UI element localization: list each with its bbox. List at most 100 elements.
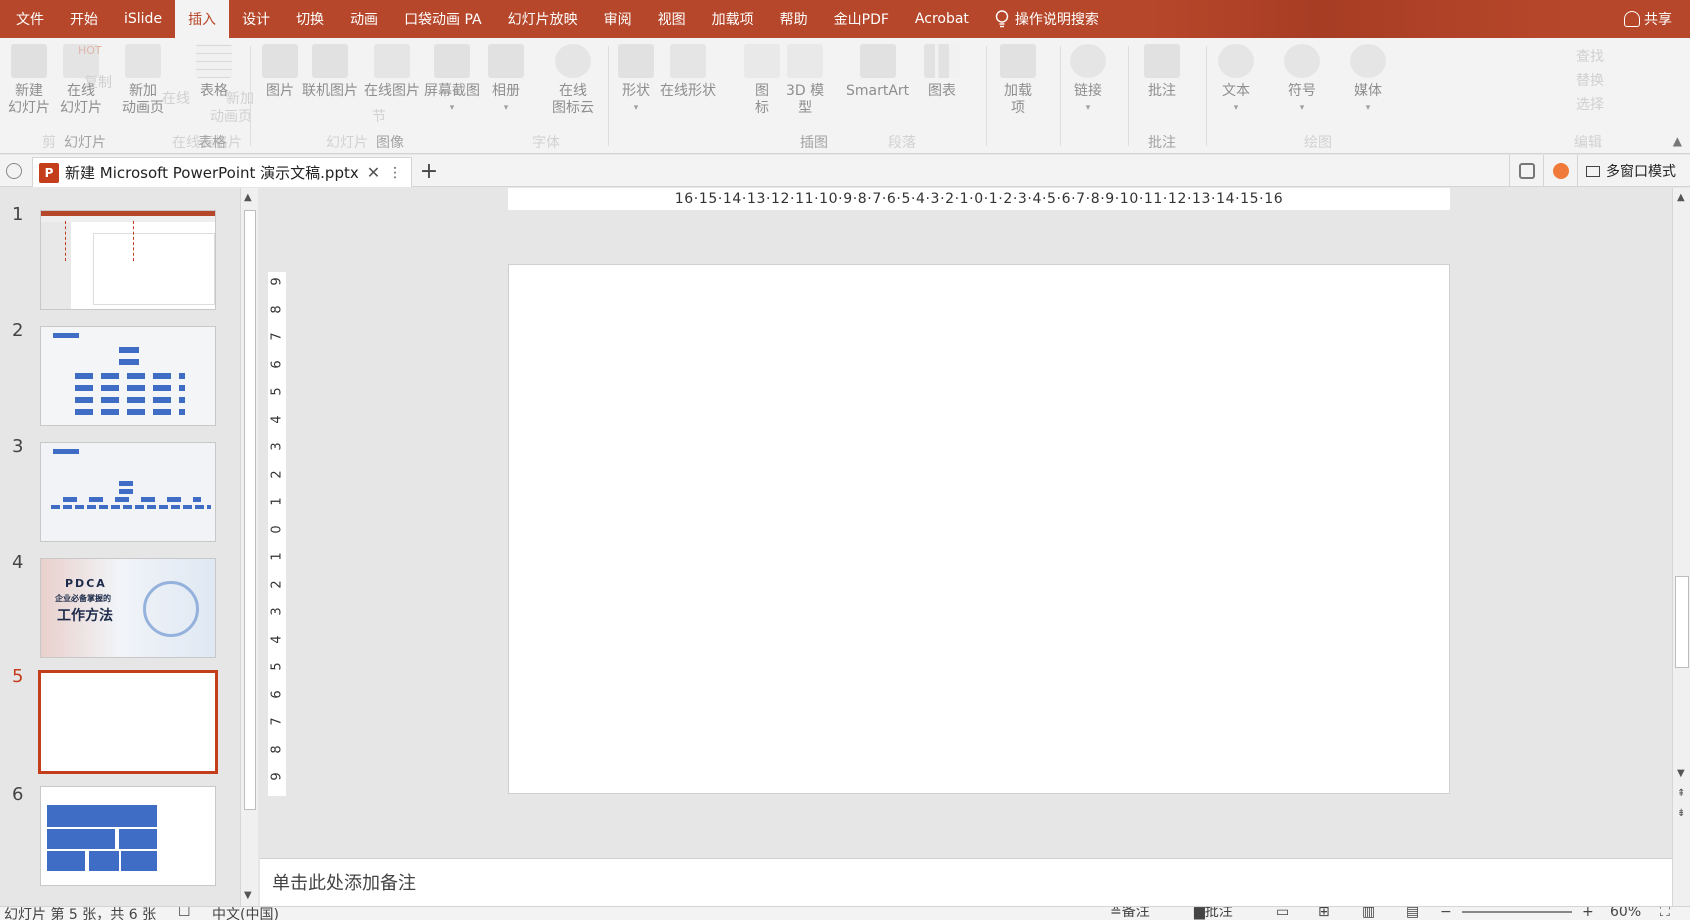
gear-icon[interactable] bbox=[1543, 155, 1577, 187]
shapes-button[interactable]: 形状 ▾ bbox=[618, 44, 654, 117]
slide-thumbnail-pane: 1 2 3 4 PDCA 企业必备掌握的 工作方法 5 6 bbox=[0, 188, 240, 906]
screenshot-button[interactable]: 屏幕截图 ▾ bbox=[424, 44, 480, 117]
slideshow-icon[interactable]: ▤ bbox=[1406, 907, 1419, 920]
close-tab-icon[interactable]: ✕ bbox=[367, 163, 380, 182]
tab-transitions[interactable]: 切换 bbox=[283, 0, 337, 38]
3d-models-button[interactable]: 3D 模 型 bbox=[786, 44, 824, 117]
tab-insert[interactable]: 插入 bbox=[175, 0, 230, 38]
online-shapes-button[interactable]: 在线形状 bbox=[660, 44, 716, 100]
previous-slide-icon[interactable]: ⇞ bbox=[1677, 788, 1685, 799]
online-icon-cloud-button[interactable]: 在线 图标云 bbox=[552, 44, 594, 117]
next-slide-icon[interactable]: ⇟ bbox=[1677, 808, 1685, 819]
online-picture-button[interactable]: 在线图片 bbox=[364, 44, 420, 100]
thumb-number-selected: 5 bbox=[12, 666, 24, 687]
ghost-find: 查找 bbox=[1576, 49, 1604, 65]
link-button[interactable]: 链接 ▾ bbox=[1070, 44, 1106, 117]
tab-kingsoft-pdf[interactable]: 金山PDF bbox=[821, 0, 902, 38]
scrollbar-thumb[interactable] bbox=[1675, 576, 1689, 668]
group-separator bbox=[1128, 46, 1129, 146]
windows-icon bbox=[1586, 165, 1600, 177]
picture-button[interactable]: 图片 bbox=[262, 44, 298, 100]
multi-window-mode-button[interactable]: 多窗口模式 bbox=[1577, 155, 1690, 187]
comments-toggle-button[interactable]: ▆ 批注 bbox=[1194, 907, 1233, 920]
group-label-slides: 幻灯片 bbox=[64, 135, 106, 151]
zoom-level[interactable]: 60% bbox=[1610, 907, 1641, 920]
new-anim-page-button[interactable]: 新加 动画页 bbox=[122, 44, 164, 117]
tab-help[interactable]: 帮助 bbox=[767, 0, 821, 38]
group-label-ghost-paragraph: 段落 bbox=[888, 135, 916, 151]
spellcheck-icon[interactable]: ☐ bbox=[178, 907, 191, 920]
editor-scrollbar[interactable]: ▲ ▼ ⇞ ⇟ bbox=[1672, 188, 1690, 858]
photo-album-button[interactable]: 相册 ▾ bbox=[488, 44, 524, 117]
online-slide-icon bbox=[63, 44, 99, 78]
zoom-out-button[interactable]: − bbox=[1440, 907, 1452, 920]
tab-menu-icon[interactable]: ⋮ bbox=[388, 165, 402, 181]
scroll-down-icon[interactable]: ▼ bbox=[1677, 768, 1685, 779]
tools-icon[interactable] bbox=[1509, 155, 1543, 187]
group-label-ghost-edit: 编辑 bbox=[1574, 135, 1602, 151]
table-icon bbox=[196, 44, 232, 78]
slide-thumbnail[interactable] bbox=[40, 786, 216, 886]
tell-me-search[interactable]: 操作说明搜索 bbox=[982, 0, 1112, 38]
slide-thumbnail[interactable] bbox=[40, 210, 216, 310]
new-slide-button[interactable]: 新建 幻灯片 bbox=[8, 44, 50, 117]
media-button[interactable]: 媒体 ▾ bbox=[1350, 44, 1386, 117]
zoom-slider[interactable] bbox=[1462, 911, 1572, 913]
slide-thumbnail[interactable] bbox=[40, 326, 216, 426]
chart-button[interactable]: 图表 bbox=[924, 44, 960, 100]
powerpoint-icon: P bbox=[39, 162, 59, 183]
tab-home[interactable]: 开始 bbox=[57, 0, 111, 38]
fit-to-window-icon[interactable]: ⛶ bbox=[1660, 907, 1670, 920]
comment-button[interactable]: 批注 bbox=[1144, 44, 1180, 100]
ribbon-tab-bar: 文件 开始 iSlide 插入 设计 切换 动画 口袋动画 PA 幻灯片放映 审… bbox=[0, 0, 1690, 38]
zoom-in-button[interactable]: + bbox=[1582, 907, 1594, 920]
normal-view-icon[interactable]: ▭ bbox=[1276, 907, 1289, 920]
online-picture-icon bbox=[374, 44, 410, 78]
tab-islide[interactable]: iSlide bbox=[111, 0, 175, 38]
scroll-down-icon[interactable]: ▼ bbox=[244, 890, 252, 901]
history-icon[interactable] bbox=[6, 163, 22, 179]
new-tab-button[interactable]: + bbox=[416, 157, 442, 185]
online-slide-button[interactable]: 在线 幻灯片 bbox=[60, 44, 102, 117]
scroll-up-icon[interactable]: ▲ bbox=[1677, 192, 1685, 203]
scroll-up-icon[interactable]: ▲ bbox=[244, 192, 252, 203]
table-button[interactable]: 表格 bbox=[196, 44, 232, 100]
chart-icon bbox=[924, 44, 960, 78]
notes-pane[interactable]: 单击此处添加备注 bbox=[260, 858, 1672, 906]
group-label-illustrations: 插图 bbox=[800, 135, 828, 151]
notes-toggle-button[interactable]: ≙ 备注 bbox=[1110, 907, 1150, 920]
addins-button[interactable]: 加载 项 bbox=[1000, 44, 1036, 117]
lightbulb-icon bbox=[995, 10, 1009, 28]
slide-thumbnail[interactable]: PDCA 企业必备掌握的 工作方法 bbox=[40, 558, 216, 658]
slide-sorter-icon[interactable]: ⊞ bbox=[1318, 907, 1330, 920]
scrollbar-thumb[interactable] bbox=[244, 210, 256, 810]
document-tab-bar: P 新建 Microsoft PowerPoint 演示文稿.pptx ✕ ⋮ … bbox=[0, 155, 1690, 187]
tab-slideshow[interactable]: 幻灯片放映 bbox=[495, 0, 591, 38]
text-button[interactable]: 文本 ▾ bbox=[1218, 44, 1254, 117]
collapse-ribbon-icon[interactable]: ▲ bbox=[1673, 134, 1682, 148]
slide-thumbnail[interactable] bbox=[40, 442, 216, 542]
share-label: 共享 bbox=[1644, 12, 1672, 28]
smartart-button[interactable]: SmartArt bbox=[846, 44, 909, 100]
tab-design[interactable]: 设计 bbox=[229, 0, 283, 38]
symbol-button[interactable]: 符号 ▾ bbox=[1284, 44, 1320, 117]
tab-file[interactable]: 文件 bbox=[0, 0, 57, 38]
thumbnail-scrollbar[interactable]: ▲ ▼ bbox=[240, 188, 258, 906]
current-slide-canvas[interactable] bbox=[508, 264, 1450, 794]
tab-animations[interactable]: 动画 bbox=[337, 0, 391, 38]
language-indicator[interactable]: 中文(中国) bbox=[212, 907, 279, 920]
share-button[interactable]: 共享 bbox=[1624, 0, 1672, 38]
tab-review[interactable]: 审阅 bbox=[591, 0, 645, 38]
slide-count: 幻灯片 第 5 张，共 6 张 bbox=[4, 907, 157, 920]
thumb-number: 3 bbox=[12, 436, 24, 457]
reading-view-icon[interactable]: ▥ bbox=[1362, 907, 1375, 920]
icons-button[interactable]: 图 标 bbox=[744, 44, 780, 117]
tab-addins[interactable]: 加载项 bbox=[699, 0, 767, 38]
notes-scrollbar[interactable] bbox=[1672, 858, 1690, 906]
slide-thumbnail-selected[interactable] bbox=[38, 670, 218, 774]
document-tab[interactable]: P 新建 Microsoft PowerPoint 演示文稿.pptx ✕ ⋮ bbox=[32, 157, 412, 187]
online-pictures-button[interactable]: 联机图片 bbox=[302, 44, 358, 100]
tab-acrobat[interactable]: Acrobat bbox=[902, 0, 982, 38]
tab-pocket-animation[interactable]: 口袋动画 PA bbox=[391, 0, 495, 38]
tab-view[interactable]: 视图 bbox=[645, 0, 699, 38]
